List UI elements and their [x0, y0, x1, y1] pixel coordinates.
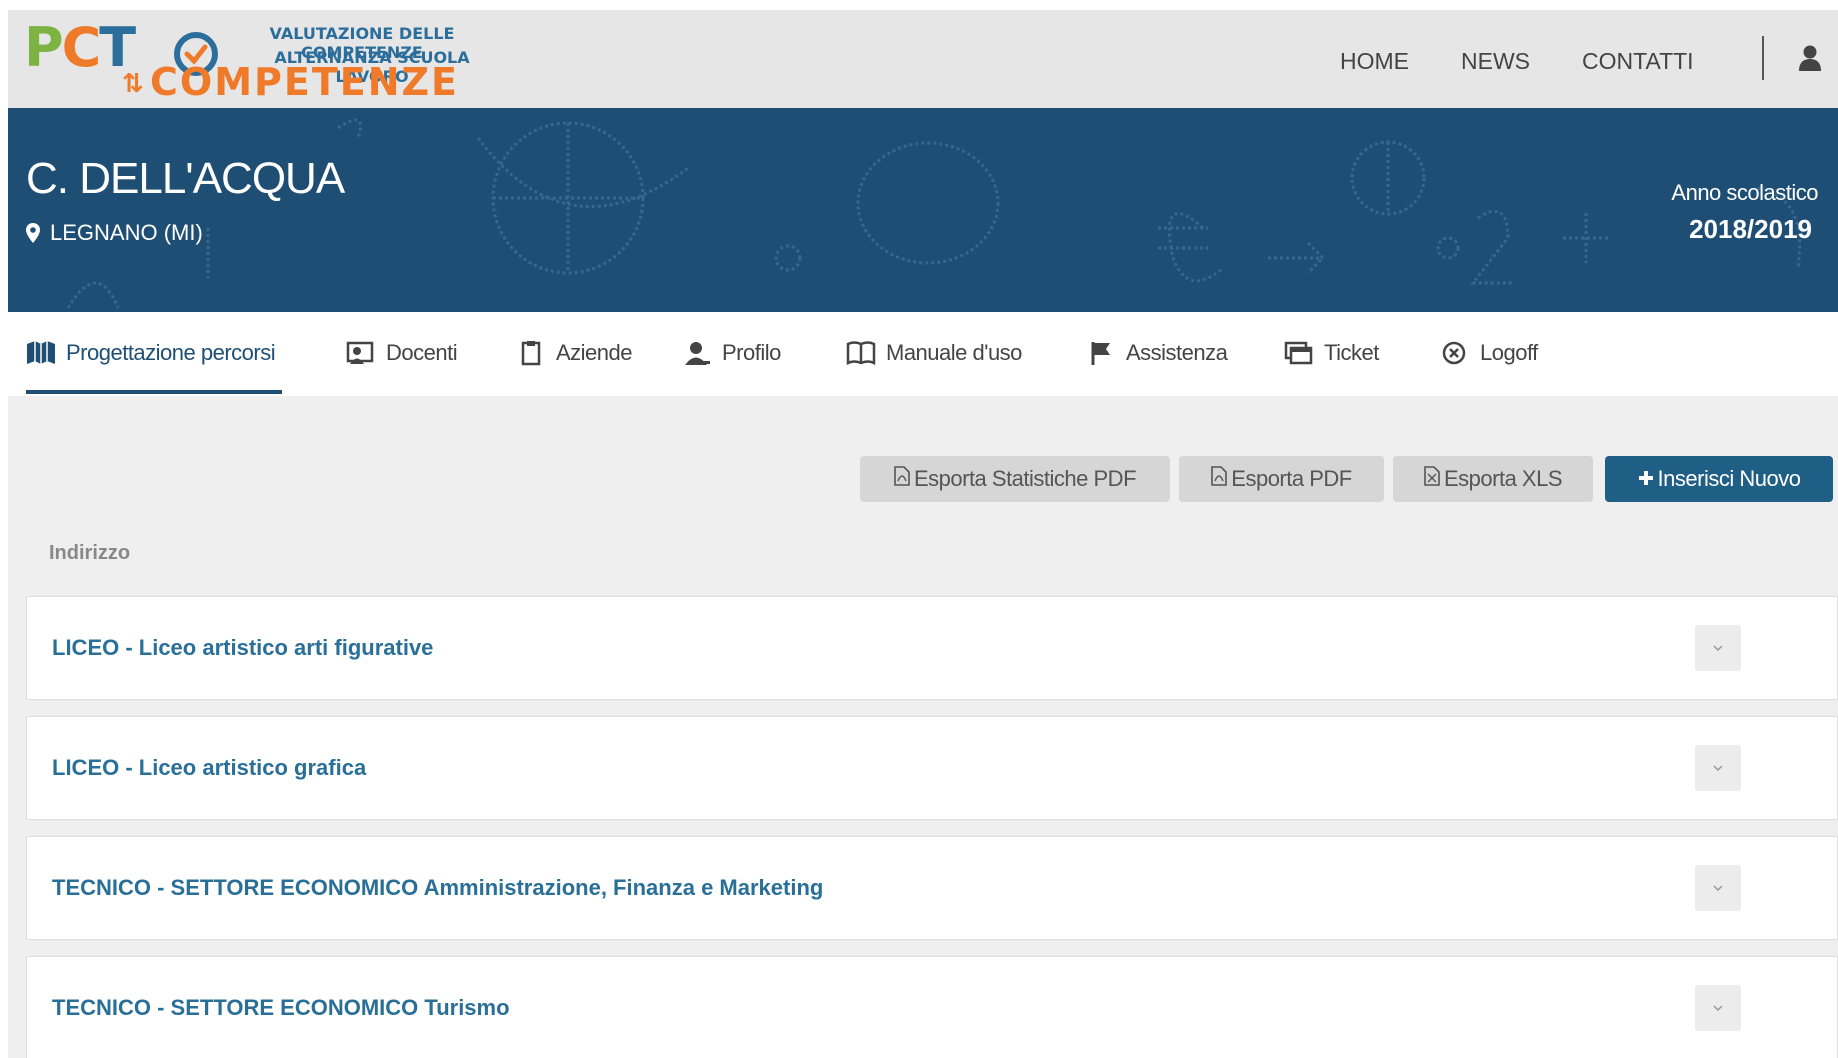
button-label: Esporta XLS [1443, 466, 1563, 491]
excel-file-icon [1424, 466, 1440, 492]
list-item-label[interactable]: TECNICO - SETTORE ECONOMICO Amministrazi… [52, 875, 823, 901]
pdf-file-icon [1211, 466, 1228, 492]
user-edit-icon [685, 342, 710, 365]
school-name: C. DELL'ACQUA [26, 154, 345, 203]
nav-home[interactable]: HOME [1314, 46, 1435, 76]
tab-docenti[interactable]: Docenti [346, 340, 458, 366]
flag-icon [1091, 342, 1110, 365]
logo-arrows-icon: ⇅ [122, 68, 144, 98]
location-text: LEGNANO (MI) [50, 220, 203, 245]
school-year-value: 2018/2019 [1689, 214, 1812, 244]
school-banner: C. DELL'ACQUA LEGNANO (MI) Anno scolasti… [8, 108, 1838, 312]
active-tab-indicator [26, 390, 282, 394]
export-stats-pdf-button[interactable]: Esporta Statistiche PDF [860, 456, 1170, 502]
nav-divider [1762, 36, 1764, 80]
logo-competenze: COMPETENZE [150, 60, 460, 104]
list-item[interactable]: LICEO - Liceo artistico grafica [26, 716, 1838, 820]
book-icon [846, 341, 876, 366]
expand-toggle[interactable] [1695, 985, 1741, 1031]
list-item[interactable]: TECNICO - SETTORE ECONOMICO Turismo [26, 956, 1838, 1058]
close-circle-icon [1442, 341, 1466, 365]
button-label: Esporta Statistiche PDF [913, 466, 1137, 491]
tab-label: Logoff [1480, 340, 1538, 365]
tab-label: Manuale d'uso [886, 340, 1022, 365]
app-frame: PCT VALUTAZIONE DELLE COMPETENZE ALTERNA… [8, 10, 1838, 1058]
tab-progettazione-percorsi[interactable]: Progettazione percorsi [26, 340, 276, 366]
expand-toggle[interactable] [1695, 865, 1741, 911]
button-label: Esporta PDF [1231, 466, 1352, 491]
tab-label: Assistenza [1126, 340, 1228, 365]
chevron-down-icon [1713, 765, 1723, 772]
list-item[interactable]: LICEO - Liceo artistico arti figurative [26, 596, 1838, 700]
list-item-label[interactable]: LICEO - Liceo artistico grafica [52, 755, 366, 781]
tab-label: Profilo [722, 340, 781, 365]
map-marker-icon [26, 223, 40, 243]
export-xls-button[interactable]: Esporta XLS [1393, 456, 1593, 502]
tab-label: Aziende [556, 340, 633, 365]
pcto-logo[interactable]: PCT VALUTAZIONE DELLE COMPETENZE ALTERNA… [24, 16, 494, 104]
windows-icon [1284, 341, 1313, 365]
plus-icon [1638, 466, 1654, 492]
export-pdf-button[interactable]: Esporta PDF [1179, 456, 1384, 502]
teacher-icon [346, 341, 374, 364]
chalk-doodles-background [66, 118, 1802, 309]
tab-assistenza[interactable]: Assistenza [1086, 340, 1228, 366]
insert-new-button[interactable]: Inserisci Nuovo [1605, 456, 1833, 502]
tab-profilo[interactable]: Profilo [682, 340, 781, 366]
nav-contatti[interactable]: CONTATTI [1556, 46, 1720, 76]
chevron-down-icon [1713, 885, 1723, 892]
top-nav: HOME NEWS CONTATTI [1314, 46, 1720, 76]
tab-label: Docenti [386, 340, 458, 365]
map-icon [27, 341, 55, 364]
list-item[interactable]: TECNICO - SETTORE ECONOMICO Amministrazi… [26, 836, 1838, 940]
tab-label: Ticket [1324, 340, 1379, 365]
school-location: LEGNANO (MI) [26, 220, 203, 246]
logo-pcto: PCT [24, 16, 136, 79]
top-bar: PCT VALUTAZIONE DELLE COMPETENZE ALTERNA… [8, 10, 1838, 108]
tab-manuale-uso[interactable]: Manuale d'uso [846, 340, 1022, 366]
column-header-indirizzo: Indirizzo [49, 542, 131, 564]
expand-toggle[interactable] [1695, 625, 1741, 671]
expand-toggle[interactable] [1695, 745, 1741, 791]
pdf-file-icon [894, 466, 910, 492]
nav-news[interactable]: NEWS [1435, 46, 1556, 76]
list-item-label[interactable]: TECNICO - SETTORE ECONOMICO Turismo [52, 995, 510, 1021]
school-year-label: Anno scolastico [1671, 180, 1818, 205]
tab-label: Progettazione percorsi [66, 340, 276, 365]
tab-aziende[interactable]: Aziende [516, 340, 633, 366]
tab-logoff[interactable]: Logoff [1440, 340, 1538, 366]
user-icon[interactable] [1798, 44, 1826, 74]
button-label: Inserisci Nuovo [1657, 466, 1801, 491]
clipboard-icon [521, 341, 541, 366]
tab-ticket[interactable]: Ticket [1284, 340, 1379, 366]
list-item-label[interactable]: LICEO - Liceo artistico arti figurative [52, 635, 433, 661]
main-tabs: Progettazione percorsi Docenti Aziende P… [8, 312, 1838, 396]
chevron-down-icon [1713, 645, 1723, 652]
chevron-down-icon [1713, 1005, 1723, 1012]
